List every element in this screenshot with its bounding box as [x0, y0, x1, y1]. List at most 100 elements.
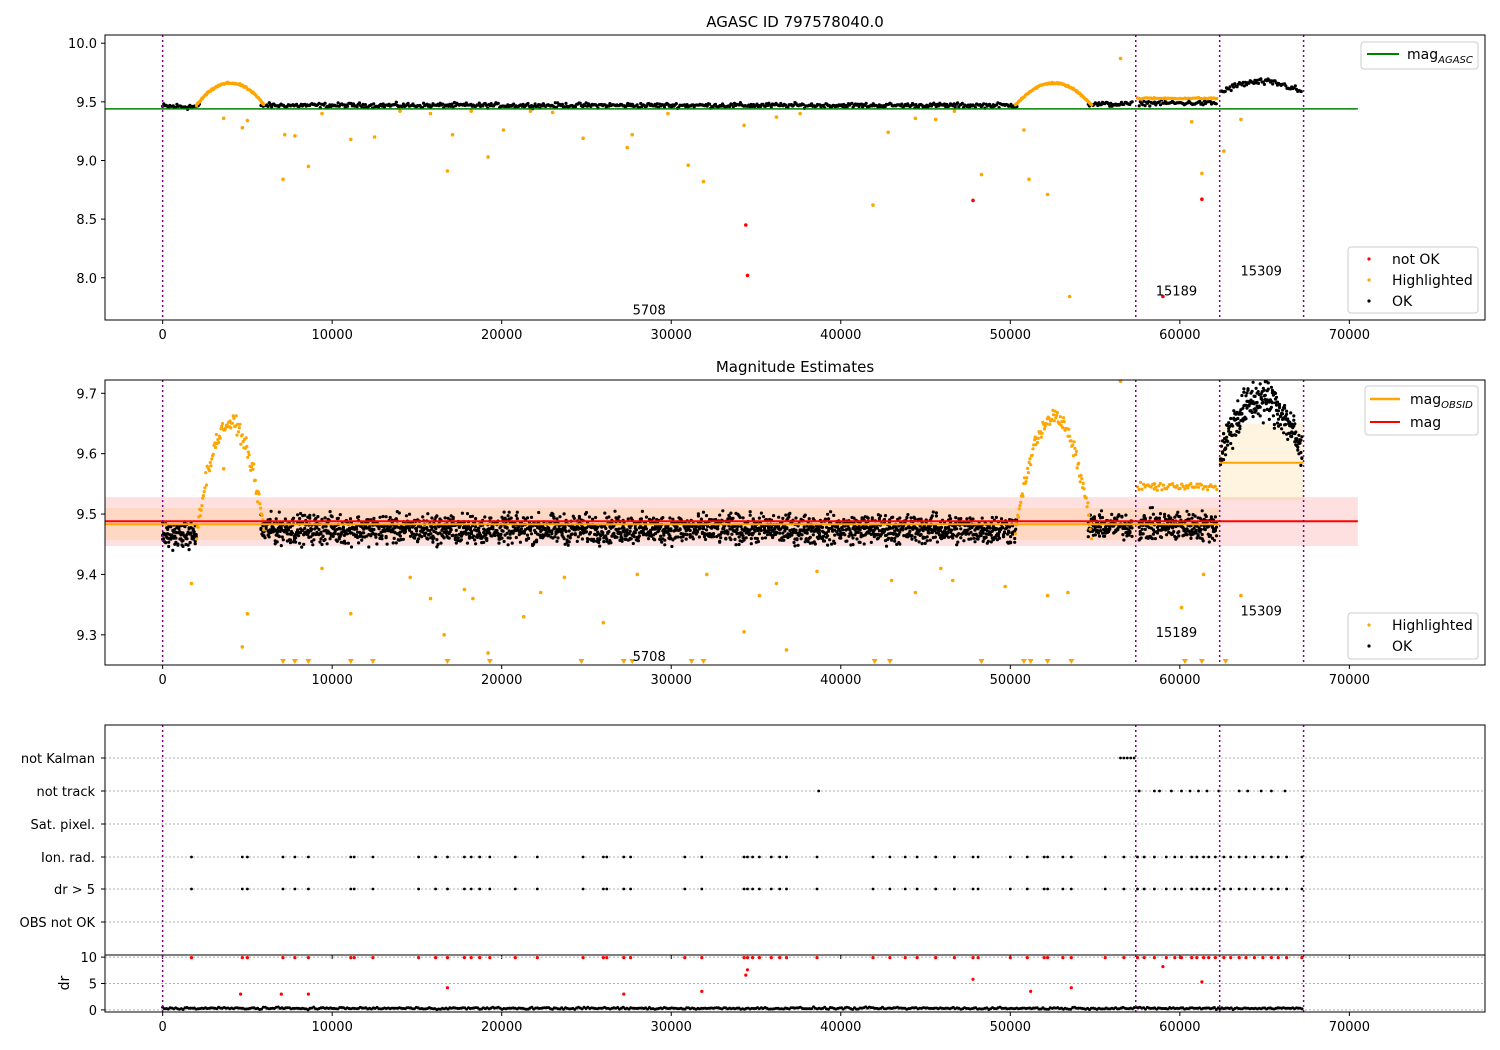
data-point [398, 109, 402, 113]
flag-marker [1180, 887, 1183, 891]
data-point [528, 109, 533, 113]
data-point [1110, 512, 1114, 517]
data-point [1013, 532, 1018, 536]
data-point [1143, 527, 1147, 532]
data-point [827, 517, 831, 521]
data-point [1090, 537, 1094, 541]
data-point [1292, 414, 1296, 418]
data-point [505, 526, 509, 530]
data-point [1097, 534, 1102, 538]
data-point [1234, 433, 1238, 437]
data-point [971, 198, 975, 203]
data-point [1276, 409, 1281, 413]
data-point [1215, 96, 1219, 101]
data-point [652, 516, 656, 520]
data-point [744, 536, 748, 540]
data-point [1281, 412, 1285, 416]
data-point [1177, 530, 1181, 534]
data-point [281, 177, 285, 182]
data-point [795, 537, 799, 541]
y-tick-label: 9.5 [76, 508, 97, 523]
data-point [578, 532, 583, 536]
data-point [1261, 421, 1265, 425]
data-point [915, 527, 919, 531]
data-point [742, 630, 746, 634]
flag-marker [815, 887, 819, 891]
data-point [1225, 435, 1229, 439]
data-point [670, 544, 674, 549]
data-point [973, 540, 977, 544]
data-point [817, 528, 822, 533]
flag-marker [1170, 789, 1173, 793]
data-point [584, 510, 589, 515]
data-point [1214, 534, 1219, 538]
data-point [360, 538, 364, 542]
data-point [925, 535, 929, 539]
data-point [749, 537, 753, 541]
data-point [984, 535, 988, 540]
x-tick-label: 70000 [1329, 673, 1370, 688]
data-point [775, 531, 779, 535]
data-point [1200, 509, 1204, 513]
data-point [166, 527, 170, 532]
data-point [913, 590, 918, 595]
data-point [694, 525, 698, 529]
data-point [279, 544, 283, 548]
data-point [420, 535, 424, 539]
data-point [529, 532, 534, 536]
data-point [320, 566, 324, 571]
data-point [302, 542, 306, 546]
data-point [1246, 388, 1250, 392]
data-point [262, 102, 266, 107]
data-point [734, 543, 738, 547]
data-point [1263, 393, 1267, 397]
data-point [472, 534, 476, 538]
data-point [270, 105, 274, 109]
data-point [1002, 531, 1007, 535]
flag-marker [1153, 887, 1156, 891]
flag-marker [1069, 855, 1073, 859]
data-point [246, 450, 250, 454]
flag-marker [581, 887, 585, 891]
data-point [720, 530, 724, 534]
y-tick-label: 9.0 [76, 154, 97, 169]
data-point [1274, 403, 1279, 407]
data-point [515, 517, 519, 521]
data-point [564, 529, 568, 534]
data-point [1204, 485, 1208, 489]
data-point [442, 633, 446, 637]
data-point [198, 514, 202, 518]
flag-marker [683, 855, 687, 859]
data-point [858, 528, 862, 532]
data-point [1187, 513, 1191, 517]
data-point [979, 172, 984, 177]
x-tick-label: 50000 [990, 673, 1031, 688]
data-point [1039, 435, 1043, 439]
data-point [189, 581, 194, 586]
data-point [267, 535, 271, 539]
flag-marker [976, 855, 980, 859]
data-point [525, 533, 530, 537]
flag-marker [1229, 855, 1233, 859]
data-point [951, 536, 955, 540]
data-point [1179, 605, 1184, 610]
data-point [788, 511, 792, 515]
data-point [1099, 509, 1104, 513]
data-point [1130, 534, 1134, 539]
flag-marker [785, 855, 788, 859]
flag-marker [1244, 887, 1248, 891]
data-point [1078, 480, 1082, 484]
data-point [367, 545, 371, 549]
data-point [1204, 514, 1208, 519]
data-point [280, 535, 284, 539]
legend2-label-ok: OK [1392, 639, 1413, 655]
data-point [300, 545, 304, 549]
data-point [454, 541, 458, 545]
flag-marker [246, 855, 249, 859]
flag-marker [1069, 887, 1073, 891]
flag-marker [240, 887, 244, 891]
data-point [607, 529, 611, 534]
data-point [769, 105, 773, 109]
data-point [274, 517, 278, 521]
data-point [471, 596, 475, 601]
